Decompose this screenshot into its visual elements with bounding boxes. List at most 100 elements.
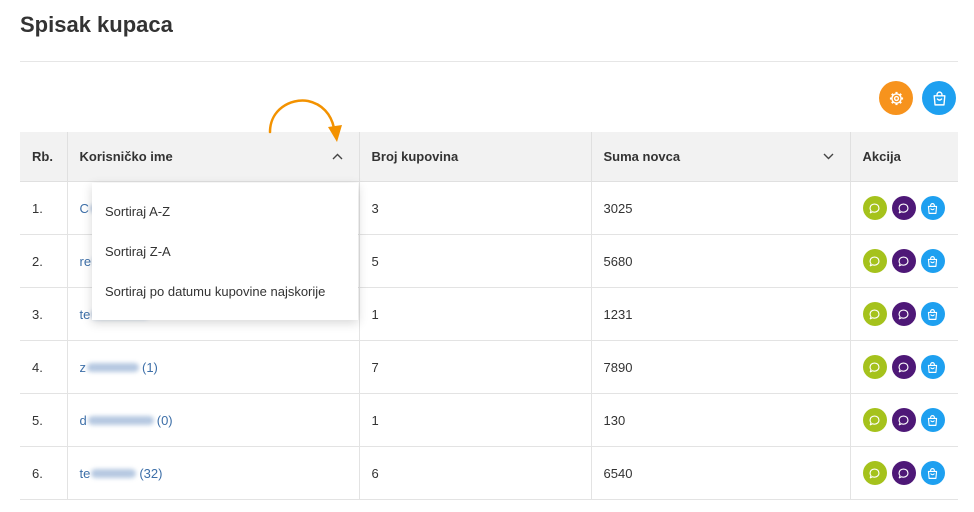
col-header-purchases: Broj kupovina (358, 132, 591, 182)
username-cell: d (0) (66, 393, 359, 447)
message-button[interactable] (862, 461, 887, 485)
sort-dropdown-menu: Sortiraj A-Z Sortiraj Z-A Sortiraj po da… (92, 183, 358, 320)
row-index: 6. (32, 465, 43, 481)
username-cell: te (32) (66, 446, 359, 500)
purchases-button[interactable] (920, 355, 945, 379)
amount-value: 1231 (603, 306, 633, 322)
amount-cell: 3025 (590, 181, 850, 235)
sort-option-by-date[interactable]: Sortiraj po datumu kupovine najskorije (92, 272, 358, 312)
amount-cell: 1231 (590, 287, 850, 341)
username-visible: d (79, 412, 87, 428)
amount-cell: 5680 (590, 234, 850, 288)
amount-cell: 6540 (590, 446, 850, 500)
row-index: 1. (32, 200, 43, 216)
row-index: 5. (32, 412, 43, 428)
actions-cell (849, 287, 958, 341)
row-actions (862, 408, 947, 432)
username-visible: z (79, 359, 87, 375)
message-button[interactable] (862, 249, 887, 273)
sort-option-a-z[interactable]: Sortiraj A-Z (92, 192, 358, 232)
amount-cell: 130 (590, 393, 850, 447)
username-purchase-count: (1) (142, 359, 158, 375)
message-button[interactable] (862, 196, 887, 220)
purchases-value: 1 (371, 412, 379, 428)
sort-option-z-a[interactable]: Sortiraj Z-A (92, 232, 358, 272)
username-blurred (87, 362, 139, 372)
shopping-bag-icon (927, 202, 938, 214)
row-actions (862, 196, 947, 220)
username-purchase-count: (0) (156, 412, 173, 428)
amount-value: 6540 (603, 465, 633, 481)
purchases-value: 3 (371, 200, 379, 216)
chat-button[interactable] (891, 249, 916, 273)
row-actions (862, 461, 947, 485)
amount-value: 3025 (603, 200, 633, 216)
row-index: 3. (32, 306, 43, 322)
chat-bubble-icon (869, 308, 880, 319)
row-index: 4. (32, 359, 43, 375)
page-title: Spisak kupaca (20, 12, 173, 37)
shopping-bag-icon (927, 467, 938, 479)
chevron-up-icon[interactable] (332, 153, 343, 160)
purchases-cell: 1 (358, 393, 591, 447)
message-button[interactable] (862, 408, 887, 432)
username-visible: re (79, 253, 92, 269)
row-index-cell: 3. (20, 287, 67, 341)
purchases-button[interactable] (920, 196, 945, 220)
message-button[interactable] (862, 302, 887, 326)
chat-bubble-icon (869, 467, 880, 478)
purchases-value: 6 (371, 465, 379, 481)
chat-bubble-icon (898, 308, 909, 319)
row-index: 2. (32, 253, 43, 269)
chevron-down-icon[interactable] (823, 153, 834, 160)
purchases-button[interactable] (920, 302, 945, 326)
shopping-bag-button[interactable] (922, 81, 956, 115)
chat-button[interactable] (891, 408, 916, 432)
actions-cell (849, 446, 958, 500)
username-cell: z (1) (66, 340, 359, 394)
chat-bubble-icon (898, 202, 909, 213)
shopping-bag-icon (927, 255, 938, 267)
username-link[interactable]: z (1) (80, 360, 158, 375)
row-index-cell: 6. (20, 446, 67, 500)
row-actions (862, 249, 947, 273)
chat-button[interactable] (891, 302, 916, 326)
username-link[interactable]: te (32) (80, 466, 163, 481)
actions-cell (849, 393, 958, 447)
actions-cell (849, 234, 958, 288)
amount-value: 130 (603, 412, 626, 428)
username-visible: te (79, 306, 91, 322)
purchases-cell: 5 (358, 234, 591, 288)
col-header-purchases-label: Broj kupovina (371, 149, 459, 164)
chat-bubble-icon (898, 414, 909, 425)
shopping-bag-icon (927, 308, 938, 320)
table-header-row: Rb. Korisničko ime Broj kupovina Suma no… (20, 132, 958, 182)
row-index-cell: 5. (20, 393, 67, 447)
table-row: 5. d (0) 1 130 (20, 393, 958, 447)
purchases-button[interactable] (920, 408, 945, 432)
chat-bubble-icon (869, 202, 880, 213)
col-header-amount[interactable]: Suma novca (590, 132, 850, 182)
col-header-username-label: Korisničko ime (79, 149, 173, 164)
settings-button[interactable] (879, 81, 913, 115)
shopping-bag-icon (932, 90, 946, 106)
username-purchase-count: (32) (139, 465, 163, 481)
col-header-amount-label: Suma novca (603, 149, 681, 164)
chat-bubble-icon (869, 255, 880, 266)
shopping-bag-icon (927, 414, 938, 426)
chat-button[interactable] (891, 196, 916, 220)
chat-button[interactable] (891, 461, 916, 485)
amount-value: 7890 (603, 359, 633, 375)
username-link[interactable]: d (0) (80, 413, 173, 428)
purchases-button[interactable] (920, 461, 945, 485)
chat-button[interactable] (891, 355, 916, 379)
row-index-cell: 4. (20, 340, 67, 394)
purchases-value: 7 (371, 359, 379, 375)
gear-icon (889, 91, 903, 105)
purchases-button[interactable] (920, 249, 945, 273)
shopping-bag-icon (927, 361, 938, 373)
chat-bubble-icon (898, 255, 909, 266)
message-button[interactable] (862, 355, 887, 379)
table-row: 4. z (1) 7 7890 (20, 340, 958, 394)
chat-bubble-icon (869, 414, 880, 425)
